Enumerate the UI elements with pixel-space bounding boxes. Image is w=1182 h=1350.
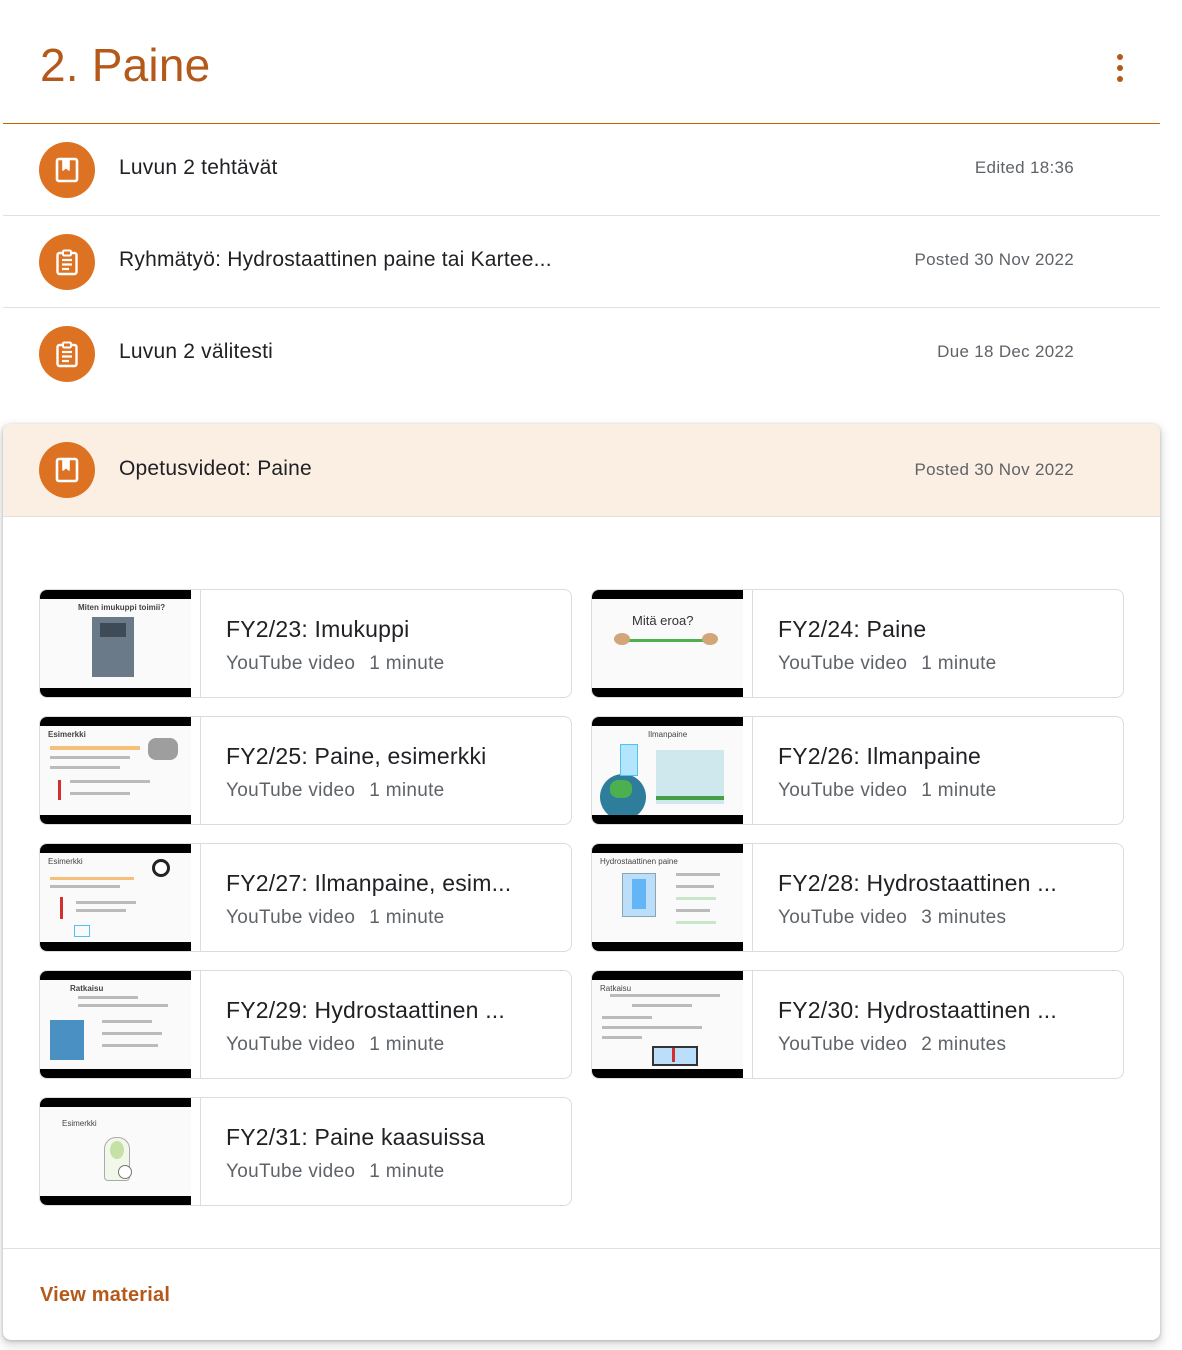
video-duration: 1 minute bbox=[921, 653, 997, 674]
video-title: FY2/25: Paine, esimerkki bbox=[226, 743, 487, 769]
topic-title: 2. Paine bbox=[40, 39, 211, 91]
thumb-caption: Hydrostaattinen paine bbox=[600, 857, 678, 866]
video-thumbnail: Mitä eroa? bbox=[592, 590, 753, 697]
video-title: FY2/30: Hydrostaattinen ... bbox=[778, 997, 1057, 1023]
video-thumbnail: Esimerkki bbox=[40, 717, 201, 824]
video-title: FY2/29: Hydrostaattinen ... bbox=[226, 997, 505, 1023]
video-source: YouTube video bbox=[226, 907, 356, 928]
video-source: YouTube video bbox=[778, 653, 908, 674]
video-thumbnail: Ilmanpaine bbox=[592, 717, 753, 824]
thumb-caption: Ratkaisu bbox=[600, 984, 632, 993]
video-thumbnail: Esimerkki bbox=[40, 1098, 201, 1205]
classwork-item-assignment[interactable]: Ryhmätyö: Hydrostaattinen paine tai Kart… bbox=[3, 216, 1160, 308]
material-icon bbox=[39, 442, 95, 498]
video-duration: 1 minute bbox=[369, 1034, 445, 1055]
thumb-caption: Ilmanpaine bbox=[648, 730, 688, 739]
video-attachment[interactable]: Esimerkki FY2/25: Paine, esimerkki YouTu… bbox=[39, 716, 572, 825]
item-title: Luvun 2 välitesti bbox=[119, 340, 273, 363]
topic-header: 2. Paine bbox=[3, 0, 1160, 124]
video-title: FY2/31: Paine kaasuissa bbox=[226, 1124, 486, 1150]
video-attachment[interactable]: Miten imukuppi toimii? FY2/23: Imukuppi … bbox=[39, 589, 572, 698]
video-title: FY2/23: Imukuppi bbox=[226, 616, 410, 642]
video-attachment[interactable]: Ilmanpaine FY2/26: Ilmanpaine YouTube vi… bbox=[591, 716, 1124, 825]
item-meta: Posted 30 Nov 2022 bbox=[914, 250, 1074, 269]
item-title: Luvun 2 tehtävät bbox=[119, 156, 278, 179]
video-duration: 2 minutes bbox=[921, 1034, 1007, 1055]
video-title: FY2/27: Ilmanpaine, esim... bbox=[226, 870, 512, 896]
item-title: Ryhmätyö: Hydrostaattinen paine tai Kart… bbox=[119, 248, 552, 271]
video-source: YouTube video bbox=[226, 780, 356, 801]
video-attachment[interactable]: Esimerkki FY2/27: Ilmanpaine, esim... Yo… bbox=[39, 843, 572, 952]
video-attachment[interactable]: Esimerkki FY2/31: Paine kaasuissa YouTub… bbox=[39, 1097, 572, 1206]
video-source: YouTube video bbox=[226, 1161, 356, 1182]
material-card-footer: View material bbox=[3, 1248, 1160, 1340]
video-attachment[interactable]: Ratkaisu FY2/29: Hydrostaattinen ... You… bbox=[39, 970, 572, 1079]
item-meta: Edited 18:36 bbox=[974, 158, 1074, 177]
assignment-icon bbox=[39, 326, 95, 382]
video-duration: 3 minutes bbox=[921, 907, 1007, 928]
thumb-caption: Esimerkki bbox=[48, 730, 86, 739]
video-duration: 1 minute bbox=[369, 780, 445, 801]
item-meta: Due 18 Dec 2022 bbox=[937, 342, 1074, 361]
material-title: Opetusvideot: Paine bbox=[119, 457, 312, 480]
video-source: YouTube video bbox=[778, 780, 908, 801]
material-card-header[interactable]: Opetusvideot: Paine Posted 30 Nov 2022 bbox=[3, 424, 1160, 517]
video-thumbnail: Ratkaisu bbox=[40, 971, 201, 1078]
classwork-item-assignment[interactable]: Luvun 2 välitesti Due 18 Dec 2022 bbox=[3, 308, 1160, 400]
video-title: FY2/26: Ilmanpaine bbox=[778, 743, 982, 769]
video-attachment[interactable]: Hydrostaattinen paine FY2/28: Hydrostaat… bbox=[591, 843, 1124, 952]
video-duration: 1 minute bbox=[369, 907, 445, 928]
more-vert-icon bbox=[1117, 54, 1123, 60]
material-meta: Posted 30 Nov 2022 bbox=[914, 460, 1074, 479]
video-source: YouTube video bbox=[778, 907, 908, 928]
thumb-caption: Esimerkki bbox=[48, 857, 83, 866]
view-material-link[interactable]: View material bbox=[40, 1284, 170, 1307]
assignment-icon bbox=[39, 234, 95, 290]
video-attachment[interactable]: Ratkaisu FY2/30: Hydrostaattinen ... You… bbox=[591, 970, 1124, 1079]
video-thumbnail: Ratkaisu bbox=[592, 971, 753, 1078]
video-attachment[interactable]: Mitä eroa? FY2/24: Paine YouTube video 1 … bbox=[591, 589, 1124, 698]
video-thumbnail: Esimerkki bbox=[40, 844, 201, 951]
video-thumbnail: Miten imukuppi toimii? bbox=[40, 590, 201, 697]
thumb-caption: Mitä eroa? bbox=[632, 613, 694, 628]
material-icon bbox=[39, 142, 95, 198]
video-source: YouTube video bbox=[778, 1034, 908, 1055]
video-title: FY2/24: Paine bbox=[778, 616, 927, 642]
video-thumbnail: Hydrostaattinen paine bbox=[592, 844, 753, 951]
video-duration: 1 minute bbox=[369, 653, 445, 674]
video-duration: 1 minute bbox=[921, 780, 997, 801]
video-source: YouTube video bbox=[226, 653, 356, 674]
classwork-item-material[interactable]: Luvun 2 tehtävät Edited 18:36 bbox=[3, 124, 1160, 216]
thumb-caption: Miten imukuppi toimii? bbox=[78, 603, 166, 612]
video-duration: 1 minute bbox=[369, 1161, 445, 1182]
thumb-caption: Ratkaisu bbox=[70, 984, 104, 993]
video-title: FY2/28: Hydrostaattinen ... bbox=[778, 870, 1057, 896]
expanded-material-card: Opetusvideot: Paine Posted 30 Nov 2022 M… bbox=[3, 424, 1160, 1340]
thumb-caption: Esimerkki bbox=[62, 1119, 97, 1128]
more-options-button[interactable] bbox=[1106, 50, 1134, 86]
video-source: YouTube video bbox=[226, 1034, 356, 1055]
